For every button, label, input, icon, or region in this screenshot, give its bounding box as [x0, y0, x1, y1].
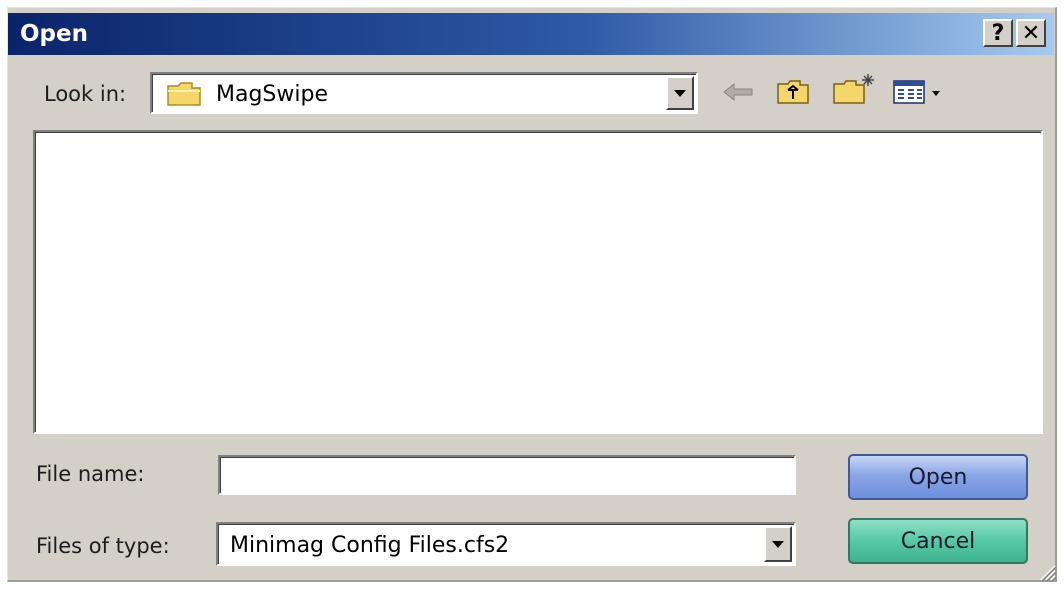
- look-in-value: MagSwipe: [216, 82, 328, 107]
- files-of-type-value: Minimag Config Files.cfs2: [230, 533, 510, 558]
- file-name-label: File name:: [36, 462, 145, 486]
- help-button[interactable]: ?: [983, 19, 1013, 47]
- view-menu-icon[interactable]: [892, 78, 948, 111]
- close-button[interactable]: ✕: [1016, 19, 1046, 47]
- open-button-label: Open: [908, 464, 968, 490]
- look-in-label: Look in:: [44, 82, 127, 106]
- title-bar[interactable]: Open ? ✕: [8, 13, 1054, 55]
- cancel-button-label: Cancel: [900, 528, 976, 554]
- look-in-dropdown-button[interactable]: [666, 76, 694, 110]
- chevron-down-icon: [674, 89, 686, 97]
- up-one-level-icon[interactable]: [776, 76, 810, 111]
- look-in-combobox[interactable]: MagSwipe: [150, 72, 698, 114]
- help-icon: ?: [991, 20, 1005, 46]
- chevron-down-icon: [772, 540, 784, 548]
- files-of-type-label: Files of type:: [36, 534, 170, 558]
- dialog-title: Open: [20, 21, 88, 47]
- file-name-input[interactable]: [218, 455, 796, 495]
- create-new-folder-icon[interactable]: [832, 72, 876, 111]
- resize-grip-icon[interactable]: [1036, 561, 1057, 582]
- back-arrow-icon[interactable]: [722, 82, 756, 107]
- folder-icon: [166, 80, 202, 113]
- file-list[interactable]: [33, 130, 1043, 434]
- files-of-type-combobox[interactable]: Minimag Config Files.cfs2: [216, 522, 796, 566]
- files-of-type-dropdown-button[interactable]: [764, 526, 792, 562]
- close-icon: ✕: [1021, 20, 1041, 46]
- open-button[interactable]: Open: [848, 454, 1028, 500]
- cancel-button[interactable]: Cancel: [848, 518, 1028, 564]
